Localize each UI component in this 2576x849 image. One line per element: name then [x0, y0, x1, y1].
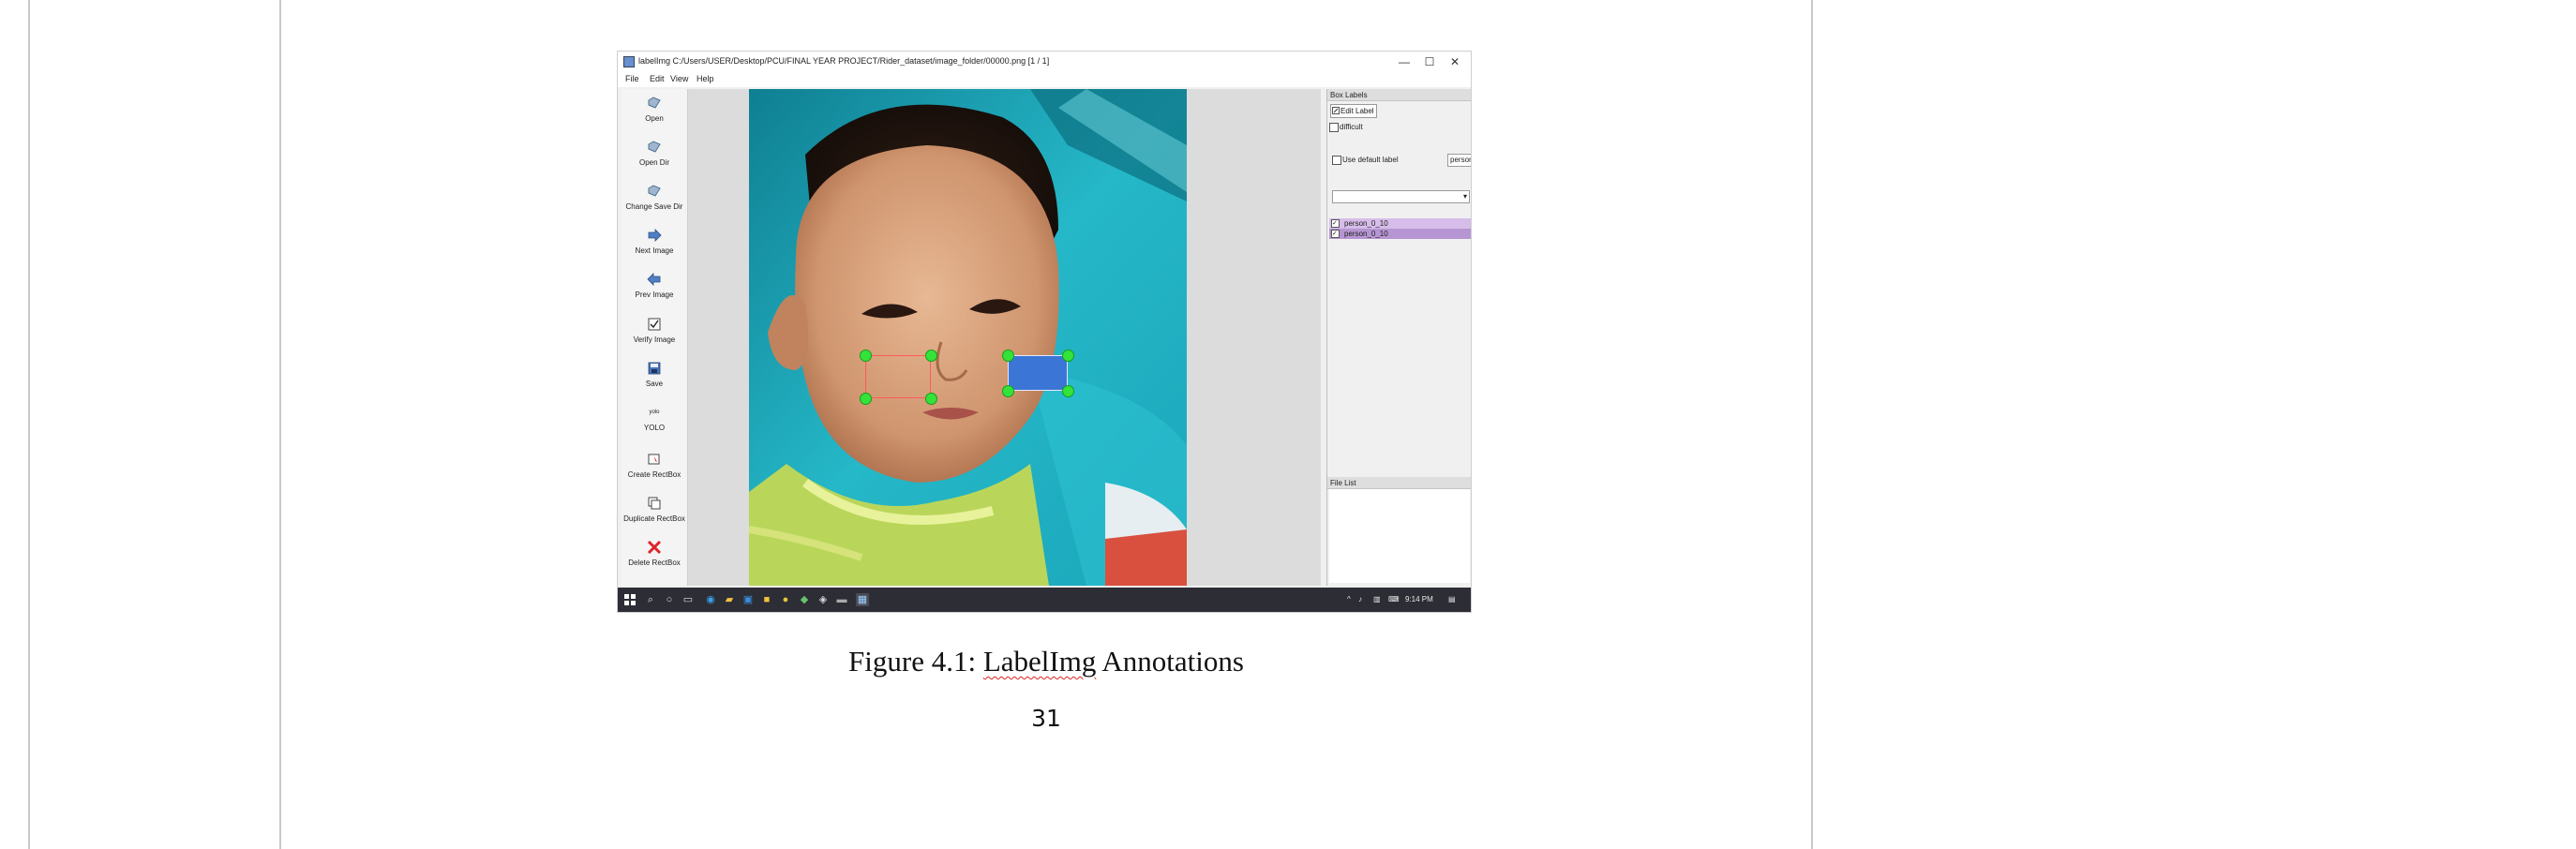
menu-view[interactable]: View [670, 74, 688, 83]
windows-taskbar: ⌕ ○ ▭ ◉ ▰ ▣ ■ ● ◆ ◈ ▬ ▦ ^ ♪ ▥ ⌨ 9:14 PM … [618, 588, 1471, 612]
next-image-tool[interactable]: Next Image [622, 227, 687, 255]
network-icon[interactable]: ▥ [1373, 595, 1381, 603]
label-filter-combo[interactable]: ▾ [1332, 190, 1470, 203]
app-icon[interactable]: ◈ [816, 593, 830, 606]
chevron-down-icon: ▾ [1462, 192, 1467, 201]
annotated-image[interactable] [749, 89, 1187, 586]
window-titlebar: labelImg C:/Users/USER/Desktop/PCU/FINAL… [618, 52, 1471, 72]
open-dir-tool[interactable]: Open Dir [622, 139, 687, 167]
file-explorer-icon[interactable]: ▰ [723, 593, 736, 606]
delete-icon [647, 540, 662, 555]
folder-open-icon [648, 185, 661, 197]
open-tool[interactable]: Open [622, 95, 687, 123]
document-page: labelImg C:/Users/USER/Desktop/PCU/FINAL… [0, 0, 2576, 849]
unselected-bounding-box[interactable] [865, 355, 931, 398]
difficult-checkbox[interactable] [1329, 123, 1339, 132]
file-list[interactable] [1329, 489, 1470, 583]
clock-time[interactable]: 9:14 PM [1405, 595, 1433, 603]
folder-app-icon[interactable]: ■ [760, 593, 773, 606]
folder-open-icon [648, 141, 661, 153]
close-button[interactable]: ✕ [1443, 53, 1467, 70]
labelimg-app-icon [623, 56, 635, 67]
prev-image-tool[interactable]: Prev Image [622, 271, 687, 299]
app-icon[interactable]: ◆ [798, 593, 811, 606]
spellcheck-flagged-word: LabelImg [982, 645, 1097, 678]
label-visibility-checkbox[interactable]: ✓ [1331, 230, 1340, 238]
label-list-item[interactable]: ✓ person_0_10 [1329, 218, 1471, 229]
chrome-icon[interactable]: ● [779, 593, 792, 606]
verify-image-tool[interactable]: Verify Image [622, 316, 687, 344]
figure-caption: Figure 4.1: LabelImg Annotations [848, 645, 1244, 678]
box-handle-top-left[interactable] [860, 350, 872, 362]
default-label-combo[interactable]: person_0_10 [1447, 154, 1471, 167]
use-default-label-text: Use default label [1342, 156, 1399, 164]
menu-edit[interactable]: Edit [650, 74, 665, 83]
store-icon[interactable]: ▣ [741, 593, 755, 606]
selected-bounding-box[interactable] [1008, 355, 1068, 391]
volume-icon[interactable]: ♪ [1358, 595, 1362, 603]
page-number: 31 [1031, 705, 1061, 732]
folder-open-icon [648, 97, 661, 109]
edit-label-button[interactable]: Edit Label [1330, 104, 1377, 118]
right-dock: Box Labels Edit Label difficult Use defa… [1326, 89, 1471, 586]
duplicate-rectbox-tool[interactable]: Duplicate RectBox [622, 495, 687, 523]
box-labels-title: Box Labels [1327, 89, 1471, 101]
create-rectbox-tool[interactable]: Create RectBox [622, 451, 687, 479]
box-handle-top-left[interactable] [1002, 350, 1014, 362]
floppy-disk-icon [648, 362, 661, 375]
format-yolo-tool[interactable]: yolo YOLO [622, 404, 687, 432]
file-list-title: File List [1327, 477, 1471, 489]
edge-browser-icon[interactable]: ◉ [704, 593, 717, 606]
maximize-button[interactable]: ☐ [1417, 53, 1442, 70]
delete-rectbox-tool[interactable]: Delete RectBox [622, 539, 687, 567]
box-handle-top-right[interactable] [1062, 350, 1074, 362]
terminal-icon[interactable]: ▬ [835, 593, 848, 606]
box-handle-bottom-left[interactable] [860, 393, 872, 405]
labelimg-taskbar-icon[interactable]: ▦ [856, 593, 869, 606]
save-tool[interactable]: Save [622, 360, 687, 388]
arrow-left-icon [647, 273, 661, 286]
tray-overflow-icon[interactable]: ^ [1347, 595, 1351, 603]
use-default-label-checkbox[interactable] [1332, 156, 1341, 165]
box-handle-top-right[interactable] [925, 350, 937, 362]
windows-start-icon[interactable] [623, 593, 637, 606]
difficult-label: difficult [1340, 123, 1363, 131]
checkbox-icon [648, 318, 661, 331]
format-icon: yolo [649, 410, 660, 415]
duplicate-icon [648, 497, 661, 510]
menu-bar: File Edit View Help [618, 72, 1471, 87]
box-handle-bottom-left[interactable] [1002, 385, 1014, 397]
left-toolbar: Open Open Dir Change Save Dir Next Image… [622, 89, 688, 586]
label-visibility-checkbox[interactable]: ✓ [1331, 219, 1340, 228]
cortana-icon[interactable]: ○ [663, 593, 676, 606]
change-save-dir-tool[interactable]: Change Save Dir [622, 183, 687, 211]
label-list-item[interactable]: ✓ person_0_10 [1329, 229, 1471, 239]
notifications-icon[interactable]: ▤ [1448, 595, 1456, 603]
edit-icon [1332, 107, 1340, 114]
minimize-button[interactable]: — [1392, 53, 1416, 70]
search-icon[interactable]: ⌕ [644, 593, 657, 606]
box-handle-bottom-right[interactable] [925, 393, 937, 405]
task-view-icon[interactable]: ▭ [681, 593, 695, 606]
create-box-icon [648, 454, 660, 465]
box-handle-bottom-right[interactable] [1062, 385, 1074, 397]
labelimg-screenshot: labelImg C:/Users/USER/Desktop/PCU/FINAL… [617, 51, 1472, 613]
language-icon[interactable]: ⌨ [1388, 595, 1400, 603]
menu-file[interactable]: File [625, 74, 639, 83]
baby-photo [749, 89, 1187, 586]
menu-help[interactable]: Help [696, 74, 714, 83]
arrow-right-icon [648, 229, 662, 242]
window-title: labelImg C:/Users/USER/Desktop/PCU/FINAL… [638, 56, 1050, 66]
